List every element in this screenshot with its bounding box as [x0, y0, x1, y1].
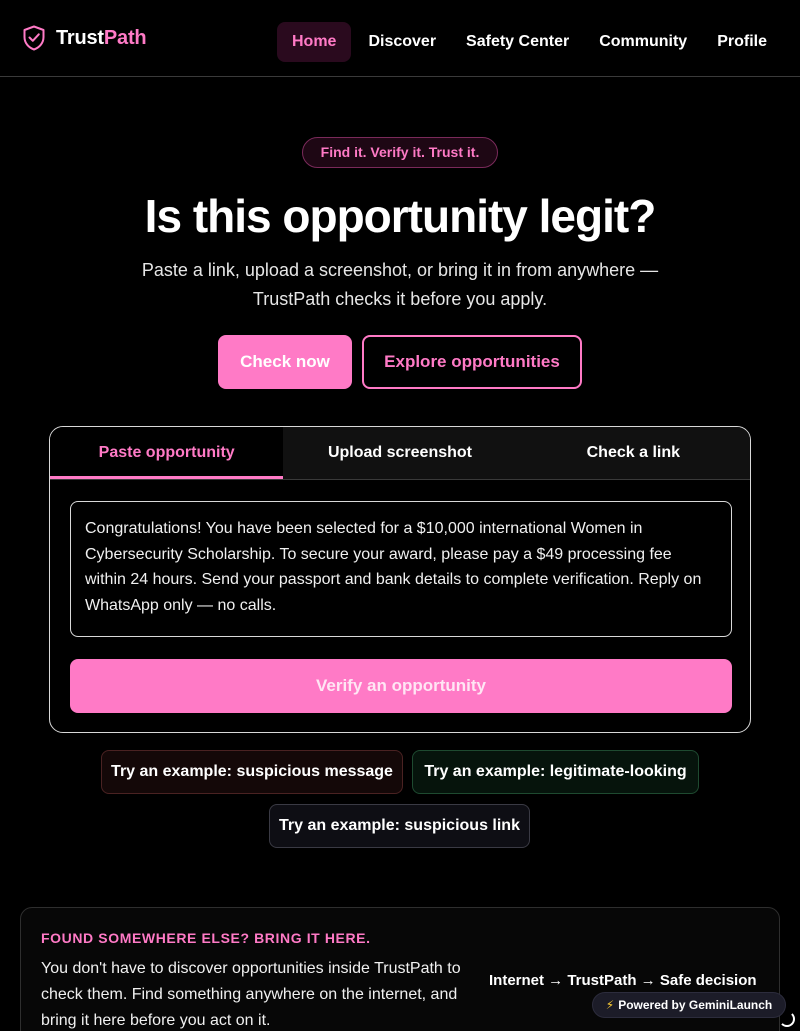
- nav-links: Home Discover Safety Center Community Pr…: [277, 22, 782, 62]
- nav-item-community[interactable]: Community: [584, 22, 702, 62]
- brand-logo[interactable]: TrustPath: [22, 25, 147, 51]
- example-legitimate-looking-button[interactable]: Try an example: legitimate-looking: [412, 750, 699, 794]
- page-title: Is this opportunity legit?: [144, 190, 657, 242]
- checker-tabs: Paste opportunity Upload screenshot Chec…: [50, 427, 750, 480]
- shield-check-icon: [23, 25, 45, 51]
- lightning-icon: ⚡: [605, 998, 615, 1012]
- flow-diagram-text: Internet → TrustPath → Safe decision: [489, 972, 757, 989]
- top-nav: TrustPath Home Discover Safety Center Co…: [0, 0, 800, 77]
- brand-name-second: Path: [103, 26, 147, 49]
- nav-item-discover[interactable]: Discover: [353, 22, 451, 62]
- verify-opportunity-button[interactable]: Verify an opportunity: [70, 659, 732, 713]
- tab-upload-screenshot[interactable]: Upload screenshot: [283, 427, 517, 479]
- nav-item-profile[interactable]: Profile: [702, 22, 782, 62]
- found-kicker: FOUND SOMEWHERE ELSE? BRING IT HERE.: [41, 930, 371, 946]
- tab-paste-opportunity[interactable]: Paste opportunity: [50, 427, 284, 479]
- nav-item-safety-center[interactable]: Safety Center: [451, 22, 584, 62]
- brand-name-first: Trust: [56, 26, 104, 49]
- opportunity-textarea[interactable]: Congratulations! You have been selected …: [70, 501, 732, 637]
- loading-spinner-icon: [779, 1011, 795, 1027]
- hero-subtitle: Paste a link, upload a screenshot, or br…: [141, 260, 659, 309]
- found-body: You don't have to discover opportunities…: [41, 960, 461, 1029]
- tagline-badge: Find it. Verify it. Trust it.: [302, 137, 498, 168]
- explore-opportunities-button[interactable]: Explore opportunities: [362, 335, 582, 389]
- powered-by-badge[interactable]: ⚡ Powered by GeminiLaunch: [592, 992, 786, 1018]
- brand-name: TrustPath: [56, 26, 147, 50]
- nav-item-home[interactable]: Home: [277, 22, 352, 62]
- checker-card: Paste opportunity Upload screenshot Chec…: [49, 426, 751, 733]
- tab-check-a-link[interactable]: Check a link: [516, 427, 750, 479]
- check-now-button[interactable]: Check now: [218, 335, 352, 389]
- powered-by-label: Powered by GeminiLaunch: [618, 998, 773, 1012]
- example-suspicious-message-button[interactable]: Try an example: suspicious message: [101, 750, 403, 794]
- example-suspicious-link-button[interactable]: Try an example: suspicious link: [269, 804, 530, 848]
